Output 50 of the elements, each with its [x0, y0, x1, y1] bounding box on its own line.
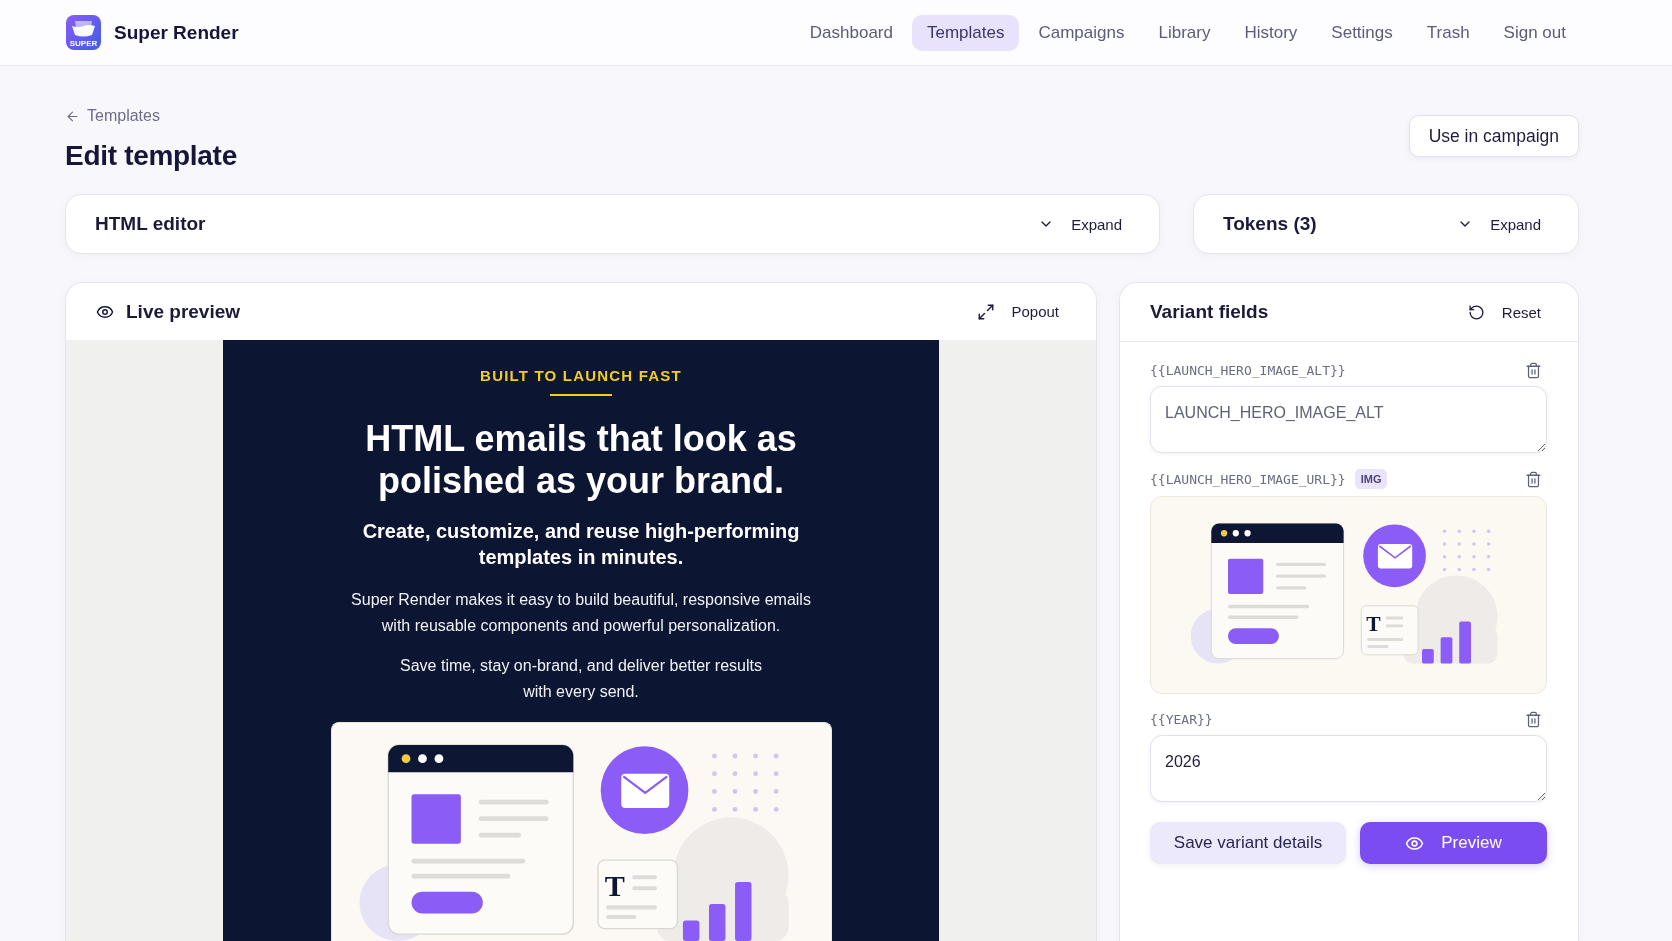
panel-title: Live preview: [126, 300, 241, 323]
token-label: {{LAUNCH_HERO_IMAGE_ALT}}: [1150, 362, 1346, 378]
email-paragraph: Save time, stay on-brand, and deliver better results with every send.: [399, 656, 763, 702]
circular-arrow-icon: [1467, 303, 1485, 321]
email-paragraph: Super Render makes it easy to build beautiful, responsive emails with reusable components and powerful personalization.: [350, 590, 812, 636]
save-button[interactable]: Save variant details: [1150, 822, 1346, 864]
delete-button[interactable]: [1525, 470, 1542, 488]
nav-link[interactable]: History: [1229, 14, 1313, 51]
page-title: Edit template: [65, 139, 237, 173]
type-card-drawing: T: [596, 859, 678, 930]
bar-chart-icon: [682, 882, 751, 941]
back-link[interactable]: Templates: [65, 106, 160, 126]
nav-link[interactable]: Campaigns: [1023, 14, 1140, 51]
panel-title: HTML editor: [95, 213, 206, 235]
expand-button[interactable]: Expand: [1038, 215, 1122, 233]
panel-title: Tokens (3): [1223, 213, 1317, 235]
expand-button[interactable]: Expand: [1457, 215, 1541, 233]
use-in-campaign-button[interactable]: Use in campaign: [1408, 115, 1579, 157]
popout-button[interactable]: Popout: [977, 302, 1059, 321]
bar-chart-icon: [1422, 621, 1471, 664]
text-input[interactable]: LAUNCH_HERO_IMAGE_ALT: [1150, 386, 1547, 453]
type-tag: IMG: [1354, 469, 1388, 489]
nav-link[interactable]: Library: [1143, 14, 1226, 51]
trash-icon: [1525, 710, 1542, 728]
token-label: {{LAUNCH_HERO_IMAGE_URL}}: [1150, 471, 1346, 487]
trash-icon: [1525, 470, 1542, 488]
type-card-drawing: T: [1360, 605, 1419, 656]
dot-grid-drawing: [1442, 529, 1491, 572]
envelope-icon: [1363, 524, 1426, 588]
token-label: {{YEAR}}: [1150, 711, 1213, 727]
text-input[interactable]: 2026: [1150, 735, 1547, 802]
nav-link[interactable]: Dashboard: [794, 14, 908, 51]
panel-title: Variant fields: [1150, 301, 1269, 323]
email-subheadline: Create, customize, and reuse high-performing templates in minutes.: [361, 519, 801, 570]
reset-button[interactable]: Reset: [1467, 303, 1541, 321]
nav-link[interactable]: Settings: [1316, 14, 1408, 51]
app-name: Super Render: [114, 21, 239, 44]
dot-grid-drawing: [711, 753, 779, 812]
delete-button[interactable]: [1525, 361, 1542, 379]
nav-link[interactable]: Sign out: [1488, 14, 1581, 51]
delete-button[interactable]: [1525, 710, 1542, 728]
envelope-icon: [600, 746, 688, 835]
email-headline: HTML emails that look as polished as your brand.: [364, 418, 798, 502]
nav-link[interactable]: Templates: [912, 14, 1020, 51]
nav-link[interactable]: Trash: [1411, 14, 1485, 51]
preview-button[interactable]: Preview: [1360, 822, 1547, 864]
app-logo: SUPER: [66, 15, 101, 50]
trash-icon: [1525, 361, 1542, 379]
diagonal-arrows-icon: [977, 302, 996, 321]
email-eyebrow: BUILT TO LAUNCH FAST: [480, 366, 682, 386]
